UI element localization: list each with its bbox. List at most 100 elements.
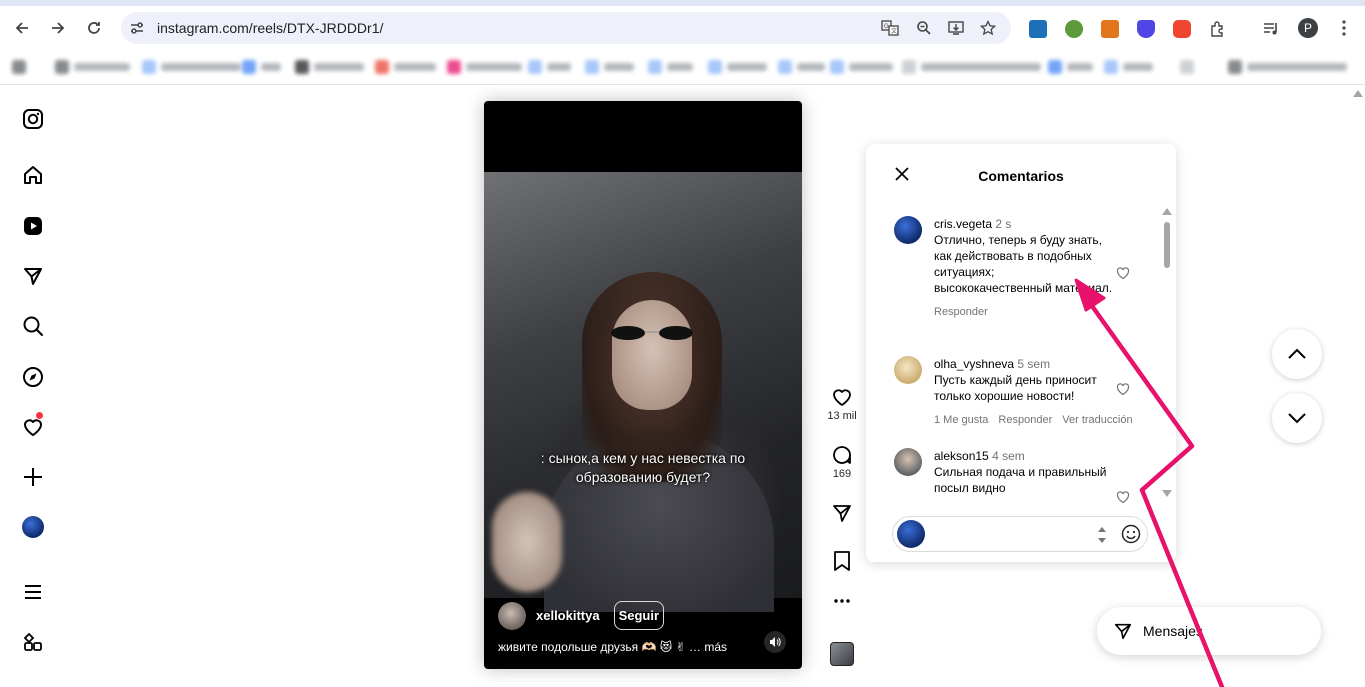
zoom-icon[interactable] bbox=[915, 19, 933, 37]
reel-player[interactable]: : сынок,а кем у нас невестка по образова… bbox=[484, 101, 802, 669]
direct-messages-icon[interactable] bbox=[20, 263, 46, 289]
comment-meta: 1 Me gusta Responder Ver traducción bbox=[934, 412, 1164, 428]
scrollbar-thumb[interactable] bbox=[1164, 222, 1170, 268]
messages-button[interactable]: Mensajes bbox=[1097, 607, 1321, 655]
more-options-action bbox=[822, 598, 862, 604]
comment-username[interactable]: alekson15 bbox=[934, 449, 989, 463]
translate-icon[interactable]: G文 bbox=[881, 19, 899, 37]
notifications-heart-icon[interactable] bbox=[20, 412, 46, 440]
comment-username[interactable]: olha_vyshneva bbox=[934, 357, 1014, 371]
profile-nav-avatar[interactable] bbox=[20, 514, 46, 540]
comment-like-count[interactable]: 1 Me gusta bbox=[934, 412, 988, 428]
reel-description[interactable]: живите подольше друзья 🫶🏻 😻 ✌ … más bbox=[498, 640, 727, 654]
bookmark-item[interactable] bbox=[902, 59, 1041, 75]
more-menu-icon[interactable] bbox=[20, 579, 46, 605]
follow-button[interactable]: Seguir bbox=[613, 601, 665, 630]
page-scroll-up-arrow-icon[interactable] bbox=[1353, 90, 1363, 97]
comment-username[interactable]: cris.vegeta bbox=[934, 217, 992, 231]
bookmark-item[interactable] bbox=[295, 59, 364, 75]
instagram-logo-icon[interactable] bbox=[20, 106, 46, 132]
reel-overlay-text: : сынок,а кем у нас невестка по образова… bbox=[540, 450, 746, 485]
bookmark-item[interactable] bbox=[1180, 59, 1194, 75]
avatar[interactable] bbox=[894, 448, 922, 476]
search-icon[interactable] bbox=[20, 313, 46, 339]
bookmark-item[interactable] bbox=[242, 59, 281, 75]
comment-input[interactable] bbox=[933, 523, 1083, 545]
bookmark-item[interactable] bbox=[1228, 59, 1347, 75]
explore-compass-icon[interactable] bbox=[20, 364, 46, 390]
reply-button[interactable]: Responder bbox=[998, 412, 1052, 428]
like-action: 13 mil bbox=[822, 386, 862, 422]
create-plus-icon[interactable] bbox=[20, 464, 46, 490]
shield-extension-icon[interactable] bbox=[1137, 20, 1155, 38]
reload-icon[interactable] bbox=[82, 16, 106, 40]
original-audio-thumbnail[interactable] bbox=[830, 642, 854, 666]
scroll-up-arrow-icon[interactable] bbox=[1162, 208, 1172, 215]
emoji-icon[interactable] bbox=[1121, 524, 1141, 544]
comment-composer bbox=[892, 516, 1148, 552]
bookmark-item[interactable] bbox=[12, 59, 26, 75]
comment-time[interactable]: 4 sem bbox=[992, 449, 1025, 463]
comment-like-heart-icon[interactable] bbox=[1116, 382, 1130, 396]
comments-scrollbar[interactable] bbox=[1162, 208, 1172, 498]
bookmark-save-icon[interactable] bbox=[832, 550, 852, 572]
bookmark-item[interactable] bbox=[447, 59, 522, 75]
bookmark-item[interactable] bbox=[375, 59, 436, 75]
comment-like-heart-icon[interactable] bbox=[1116, 490, 1130, 504]
bookmark-item[interactable] bbox=[1104, 59, 1153, 75]
media-controls-icon[interactable] bbox=[1262, 20, 1280, 38]
install-app-icon[interactable] bbox=[947, 19, 965, 37]
bookmark-item[interactable] bbox=[528, 59, 571, 75]
bookmark-item[interactable] bbox=[708, 59, 767, 75]
share-send-icon[interactable] bbox=[831, 502, 853, 524]
more-dots-icon[interactable] bbox=[832, 598, 852, 604]
reel-owner-username[interactable]: xellokittya bbox=[536, 608, 600, 623]
comment-text: Сильная подача и правильный посыл видно bbox=[934, 465, 1107, 495]
comment-body: alekson15 4 sem Сильная подача и правиль… bbox=[934, 448, 1114, 496]
address-bar[interactable]: instagram.com/reels/DTX-JRDDDr1/ G文 bbox=[121, 12, 1011, 44]
avatar[interactable] bbox=[498, 601, 526, 630]
site-settings-icon[interactable] bbox=[129, 20, 145, 36]
bookmark-item[interactable] bbox=[142, 59, 241, 75]
comment-time[interactable]: 5 sem bbox=[1017, 357, 1050, 371]
scroll-down-arrow-icon[interactable] bbox=[1162, 490, 1172, 497]
bookmark-item[interactable] bbox=[778, 59, 825, 75]
profile-avatar[interactable]: P bbox=[1298, 18, 1318, 38]
browser-menu-icon[interactable] bbox=[1334, 16, 1354, 40]
extensions-puzzle-icon[interactable] bbox=[1209, 20, 1227, 38]
speaker-icon bbox=[770, 637, 781, 647]
resize-arrows-icon[interactable] bbox=[1097, 525, 1107, 545]
avatar[interactable] bbox=[894, 356, 922, 384]
next-reel-button[interactable] bbox=[1272, 393, 1322, 443]
back-arrow-icon[interactable] bbox=[10, 16, 34, 40]
comment-body: olha_vyshneva 5 sem Пусть каждый день пр… bbox=[934, 356, 1133, 428]
see-translation-button[interactable]: Ver traducción bbox=[1062, 412, 1132, 428]
bookmark-item[interactable] bbox=[585, 59, 634, 75]
extension-1-icon[interactable] bbox=[1029, 20, 1047, 38]
extension-2-icon[interactable] bbox=[1065, 20, 1083, 38]
reel-video[interactable] bbox=[484, 172, 802, 612]
comment-time[interactable]: 2 s bbox=[995, 217, 1011, 231]
comments-panel: Comentarios cris.vegeta 2 s Отлично, теп… bbox=[866, 144, 1176, 562]
reply-button[interactable]: Responder bbox=[934, 304, 988, 320]
extension-5-icon[interactable] bbox=[1173, 20, 1191, 38]
reel-owner: xellokittya Seguir bbox=[498, 601, 665, 630]
sound-toggle-button[interactable] bbox=[764, 631, 786, 653]
comment-like-heart-icon[interactable] bbox=[1116, 266, 1130, 280]
reels-icon[interactable] bbox=[20, 213, 46, 239]
avatar[interactable] bbox=[894, 216, 922, 244]
messages-send-icon bbox=[1114, 623, 1132, 640]
previous-reel-button[interactable] bbox=[1272, 329, 1322, 379]
forward-arrow-icon[interactable] bbox=[46, 16, 70, 40]
url-text[interactable]: instagram.com/reels/DTX-JRDDDr1/ bbox=[157, 20, 383, 36]
like-heart-icon[interactable] bbox=[831, 386, 853, 408]
bookmark-item[interactable] bbox=[830, 59, 893, 75]
bookmark-item[interactable] bbox=[55, 59, 130, 75]
home-icon[interactable] bbox=[20, 162, 46, 188]
bookmark-item[interactable] bbox=[648, 59, 693, 75]
bookmark-star-icon[interactable] bbox=[979, 19, 997, 37]
comment-bubble-icon[interactable] bbox=[831, 444, 853, 466]
bookmark-item[interactable] bbox=[1048, 59, 1093, 75]
metamask-fox-icon[interactable] bbox=[1101, 20, 1119, 38]
also-from-meta-icon[interactable] bbox=[20, 629, 46, 655]
